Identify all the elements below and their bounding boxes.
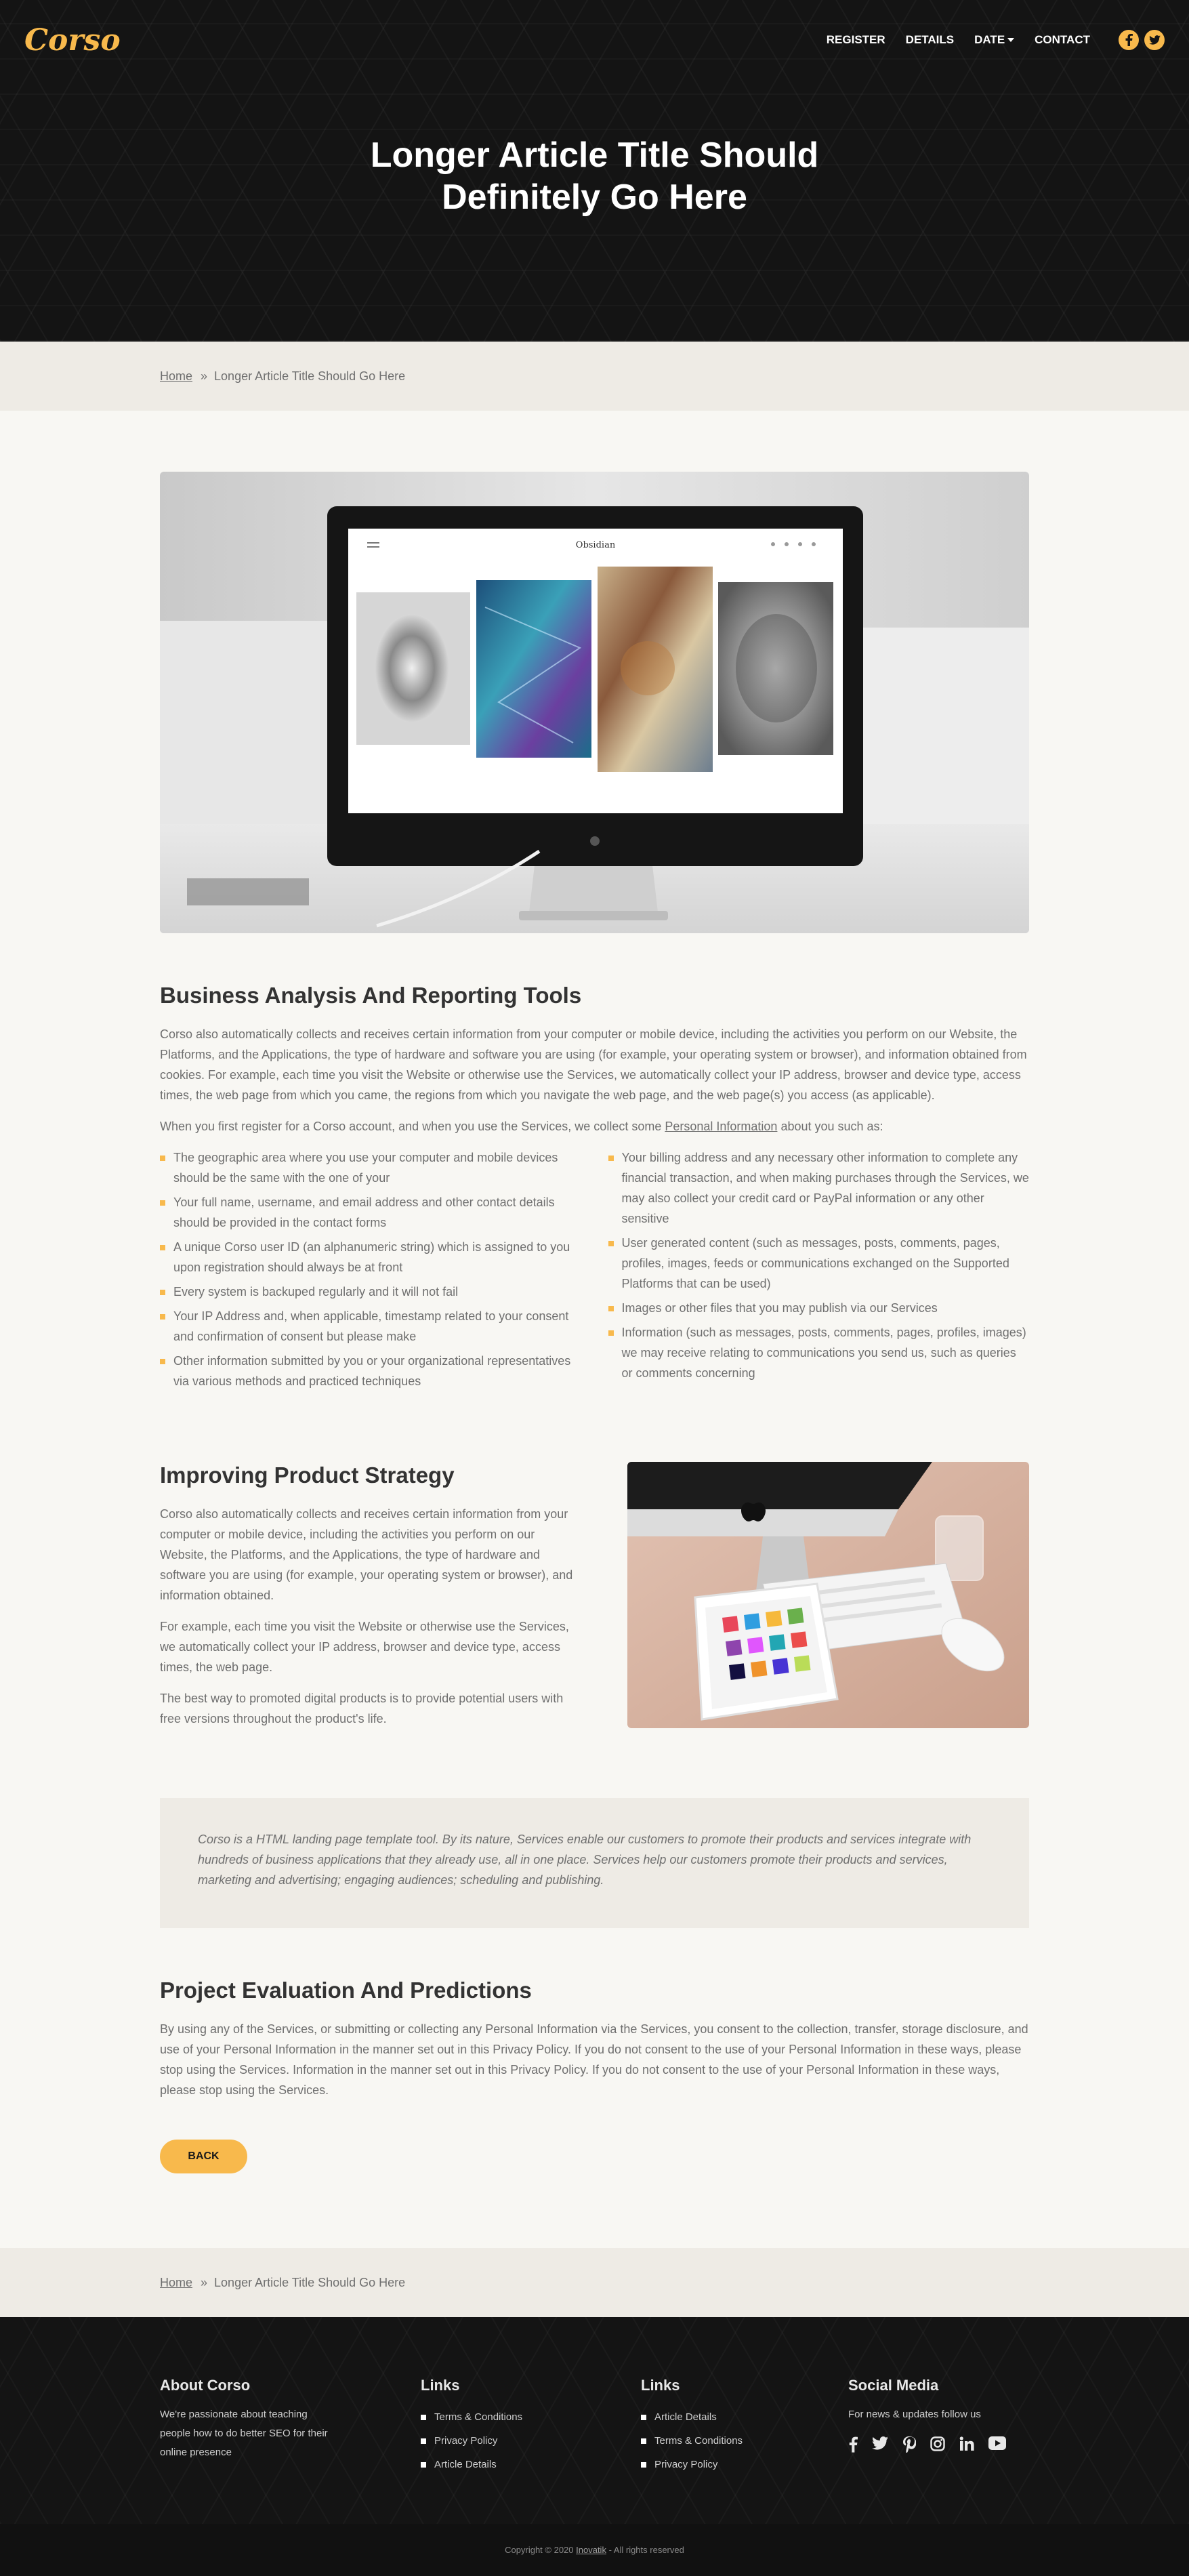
nav-date-label: DATE [974,33,1005,46]
list-item: Your IP Address and, when applicable, ti… [160,1306,581,1347]
list-item: Every system is backuped regularly and i… [160,1282,581,1302]
paragraph: Corso also automatically collects and re… [160,1507,573,1602]
list-item: A unique Corso user ID (an alphanumeric … [160,1237,581,1277]
personal-information-link[interactable]: Personal Information [665,1120,777,1133]
list-item: Your billing address and any necessary o… [608,1147,1030,1229]
quote-text: Corso is a HTML landing page template to… [198,1833,972,1887]
footer-heading: Social Media [848,2377,939,2394]
breadcrumb-current: Longer Article Title Should Go Here [214,369,406,383]
breadcrumb-home-link[interactable]: Home [160,369,192,384]
youtube-icon[interactable] [988,2436,1006,2453]
breadcrumb-band-bottom: Home » Longer Article Title Should Go He… [0,2248,1189,2317]
copyright-text: Copyright © 2020 [505,2545,574,2555]
twitter-icon[interactable] [872,2436,888,2453]
footer-about: About Corso We're passionate about teach… [160,2377,336,2462]
footer-link-terms[interactable]: Terms & Conditions [641,2429,743,2453]
list-item: Information (such as messages, posts, co… [608,1322,1030,1383]
page-header: Corso REGISTER DETAILS DATE CONTACT Long… [0,0,1189,342]
bullet-lists: The geographic area where you use your c… [160,1147,1029,1395]
list-item: The geographic area where you use your c… [160,1147,581,1188]
footer-heading: About Corso [160,2377,251,2394]
section-project-evaluation: Project Evaluation And Predictions By us… [160,1977,1029,2173]
paragraph-text: about you such as: [777,1120,883,1133]
paragraph: The best way to promoted digital product… [160,1692,564,1725]
nav-register[interactable]: REGISTER [827,33,885,47]
breadcrumb-band-top: Home » Longer Article Title Should Go He… [0,342,1189,411]
bullet-list-left: The geographic area where you use your c… [160,1147,595,1395]
section-title: Improving Product Strategy [160,1463,455,1488]
footer-social-text: For news & updates follow us [848,2409,981,2420]
copyright-text: - All rights reserved [608,2545,684,2555]
copyright-link[interactable]: Inovatik [576,2545,606,2555]
nav-date-dropdown[interactable]: DATE [974,33,1015,47]
list-item: Your full name, username, and email addr… [160,1192,581,1233]
section-text: Improving Product Strategy Corso also au… [160,1462,580,1740]
breadcrumb-separator-icon: » [201,369,208,383]
page-title: Longer Article Title Should Definitely G… [370,136,819,217]
list-item: Other information submitted by you or yo… [160,1351,581,1391]
logo[interactable]: Corso [24,23,121,58]
section-title: Business Analysis And Reporting Tools [160,983,582,1008]
footer-links-2: Links Article Details Terms & Conditions… [641,2377,743,2476]
paragraph-text: When you first register for a Corso acco… [160,1120,665,1133]
list-item: Images or other files that you may publi… [608,1298,1030,1318]
instagram-icon[interactable] [930,2436,945,2453]
footer-social: Social Media For news & updates follow u… [848,2377,1024,2453]
section-product-strategy: Improving Product Strategy Corso also au… [160,1462,1029,1740]
section-business-analysis: Business Analysis And Reporting Tools Co… [160,982,1029,1395]
breadcrumb-home-link[interactable]: Home [160,2276,192,2290]
footer-link-privacy[interactable]: Privacy Policy [421,2429,522,2453]
bullet-list-right: Your billing address and any necessary o… [595,1147,1030,1395]
pinterest-icon[interactable] [902,2436,916,2453]
article-content: Obsidian Business Analysis And Reporting… [160,411,1029,2173]
footer-about-text: We're passionate about teaching people h… [160,2409,328,2458]
footer-heading: Links [421,2377,460,2394]
list-item: User generated content (such as messages… [608,1233,1030,1294]
footer-link-article-details[interactable]: Article Details [641,2405,743,2429]
article-hero-image: Obsidian [160,472,1029,933]
paragraph: Corso also automatically collects and re… [160,1027,1027,1102]
footer-link-privacy[interactable]: Privacy Policy [641,2453,743,2476]
twitter-icon[interactable] [1144,30,1165,50]
footer-link-terms[interactable]: Terms & Conditions [421,2405,522,2429]
page-footer: About Corso We're passionate about teach… [0,2317,1189,2524]
paragraph: When you first register for a Corso acco… [160,1116,1029,1137]
caret-down-icon [1007,38,1015,42]
paragraph: For example, each time you visit the Web… [160,1620,569,1674]
facebook-icon[interactable] [848,2436,858,2453]
quote-block: Corso is a HTML landing page template to… [160,1798,1029,1928]
breadcrumb-current: Longer Article Title Should Go Here [214,2275,406,2289]
footer-link-article-details[interactable]: Article Details [421,2453,522,2476]
footer-links-1: Links Terms & Conditions Privacy Policy … [421,2377,522,2476]
header-social [1113,30,1165,50]
copyright-bar: Copyright © 2020 Inovatik - All rights r… [0,2524,1189,2576]
breadcrumb-separator-icon: » [201,2275,208,2289]
back-button[interactable]: BACK [160,2140,247,2173]
paragraph: By using any of the Services, or submitt… [160,2022,1028,2097]
facebook-icon[interactable] [1119,30,1139,50]
linkedin-icon[interactable] [959,2436,974,2453]
footer-heading: Links [641,2377,680,2394]
screen-brand: Obsidian [576,540,616,550]
nav-contact[interactable]: CONTACT [1035,33,1090,47]
breadcrumb: Home » Longer Article Title Should Go He… [160,369,405,384]
nav-details[interactable]: DETAILS [906,33,954,47]
footer-social-icons [848,2436,1024,2453]
main-nav: REGISTER DETAILS DATE CONTACT [806,30,1165,50]
section-title: Project Evaluation And Predictions [160,1978,532,2003]
breadcrumb: Home » Longer Article Title Should Go He… [160,2276,405,2290]
imac-tablet-image [627,1462,1029,1728]
